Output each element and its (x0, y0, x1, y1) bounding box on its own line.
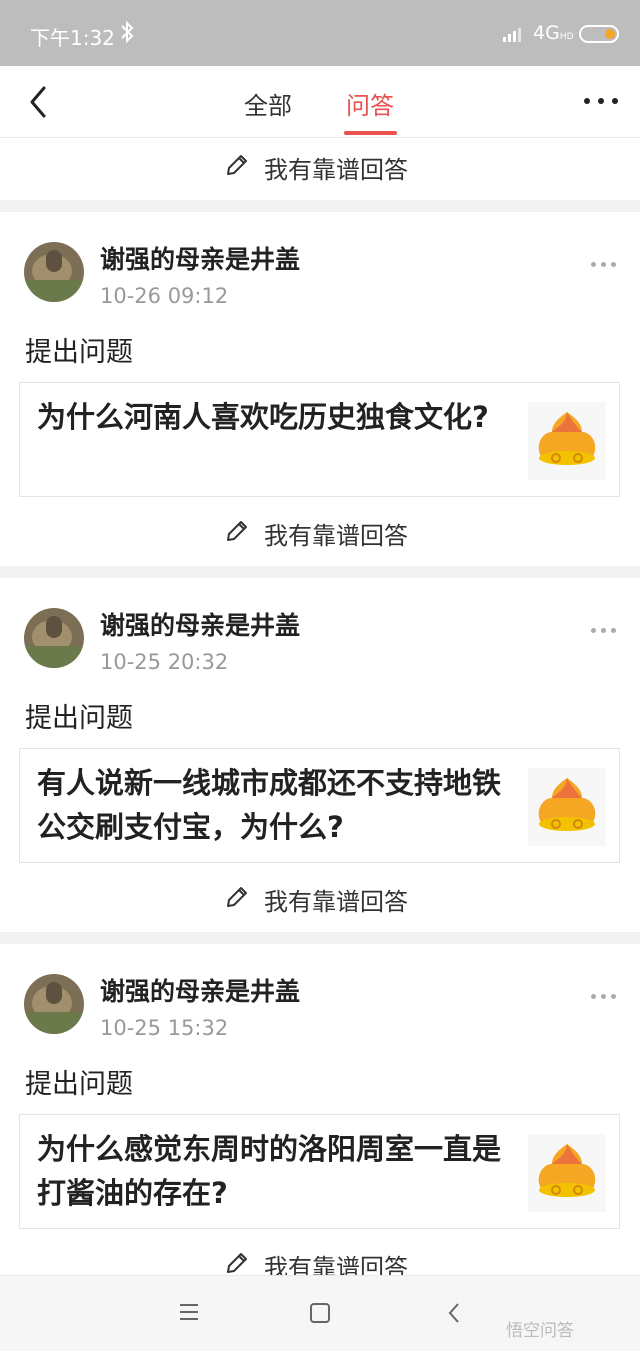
answer-button[interactable]: 我有靠谱回答 (0, 870, 640, 930)
post-time: 10-26 09:12 (100, 284, 229, 308)
answer-label: 我有靠谱回答 (264, 888, 408, 916)
avatar[interactable] (24, 242, 84, 302)
card-more-icon[interactable] (591, 994, 617, 1000)
card-more-icon[interactable] (591, 628, 617, 634)
answer-button[interactable]: 我有靠谱回答 (0, 504, 640, 564)
post-time: 10-25 15:32 (100, 1016, 229, 1040)
post-action: 提出问题 (25, 703, 133, 734)
post-card[interactable]: 谢强的母亲是井盖 10-25 15:32 提出问题 为什么感觉东周时的洛阳周室一… (0, 944, 640, 1240)
pencil-icon (227, 521, 247, 541)
user-name[interactable]: 谢强的母亲是井盖 (100, 972, 300, 1008)
active-tab-indicator (344, 131, 397, 135)
system-nav-bar: 悟空问答 (0, 1275, 640, 1351)
tab-all[interactable]: 全部 (244, 86, 292, 121)
answer-label: 我有靠谱回答 (264, 156, 408, 184)
wukong-logo-icon (528, 768, 606, 846)
menu-icon[interactable] (178, 1302, 200, 1322)
answer-label: 我有靠谱回答 (264, 522, 408, 550)
avatar[interactable] (24, 974, 84, 1034)
divider (0, 932, 640, 944)
signal-icon (503, 28, 521, 42)
avatar[interactable] (24, 608, 84, 668)
more-icon[interactable] (584, 98, 618, 106)
post-card[interactable]: 谢强的母亲是井盖 10-25 20:32 提出问题 有人说新一线城市成都还不支持… (0, 578, 640, 874)
question-card[interactable]: 为什么河南人喜欢吃历史独食文化? (19, 382, 620, 497)
question-title[interactable]: 有人说新一线城市成都还不支持地铁公交刷支付宝，为什么? (37, 761, 507, 849)
user-name[interactable]: 谢强的母亲是井盖 (100, 240, 300, 276)
bluetooth-icon (121, 20, 134, 44)
back-nav-icon[interactable] (446, 1302, 462, 1324)
status-bar: 下午1:32 4GHD (0, 0, 640, 66)
pencil-icon (227, 887, 247, 907)
question-card[interactable]: 有人说新一线城市成都还不支持地铁公交刷支付宝，为什么? (19, 748, 620, 863)
tab-qa[interactable]: 问答 (346, 86, 394, 121)
pencil-icon (227, 155, 247, 175)
answer-button[interactable]: 我有靠谱回答 (0, 138, 640, 198)
post-action: 提出问题 (25, 1069, 133, 1100)
pencil-icon (227, 1253, 247, 1273)
top-nav: 全部 问答 (0, 66, 640, 138)
post-action: 提出问题 (25, 337, 133, 368)
home-icon[interactable] (309, 1302, 331, 1324)
back-icon[interactable] (26, 84, 50, 120)
wukong-logo-icon (528, 402, 606, 480)
battery-icon (579, 25, 619, 43)
question-title[interactable]: 为什么感觉东周时的洛阳周室一直是打酱油的存在? (37, 1127, 507, 1215)
post-time: 10-25 20:32 (100, 650, 229, 674)
card-more-icon[interactable] (591, 262, 617, 268)
wukong-logo-icon (528, 1134, 606, 1212)
network-label: 4GHD (533, 22, 574, 44)
question-card[interactable]: 为什么感觉东周时的洛阳周室一直是打酱油的存在? (19, 1114, 620, 1229)
divider (0, 200, 640, 212)
divider (0, 566, 640, 578)
status-time: 下午1:32 (30, 26, 115, 50)
user-name[interactable]: 谢强的母亲是井盖 (100, 606, 300, 642)
post-card[interactable]: 谢强的母亲是井盖 10-26 09:12 提出问题 为什么河南人喜欢吃历史独食文… (0, 212, 640, 508)
question-title[interactable]: 为什么河南人喜欢吃历史独食文化? (37, 395, 507, 439)
watermark: 悟空问答 (506, 1321, 574, 1341)
